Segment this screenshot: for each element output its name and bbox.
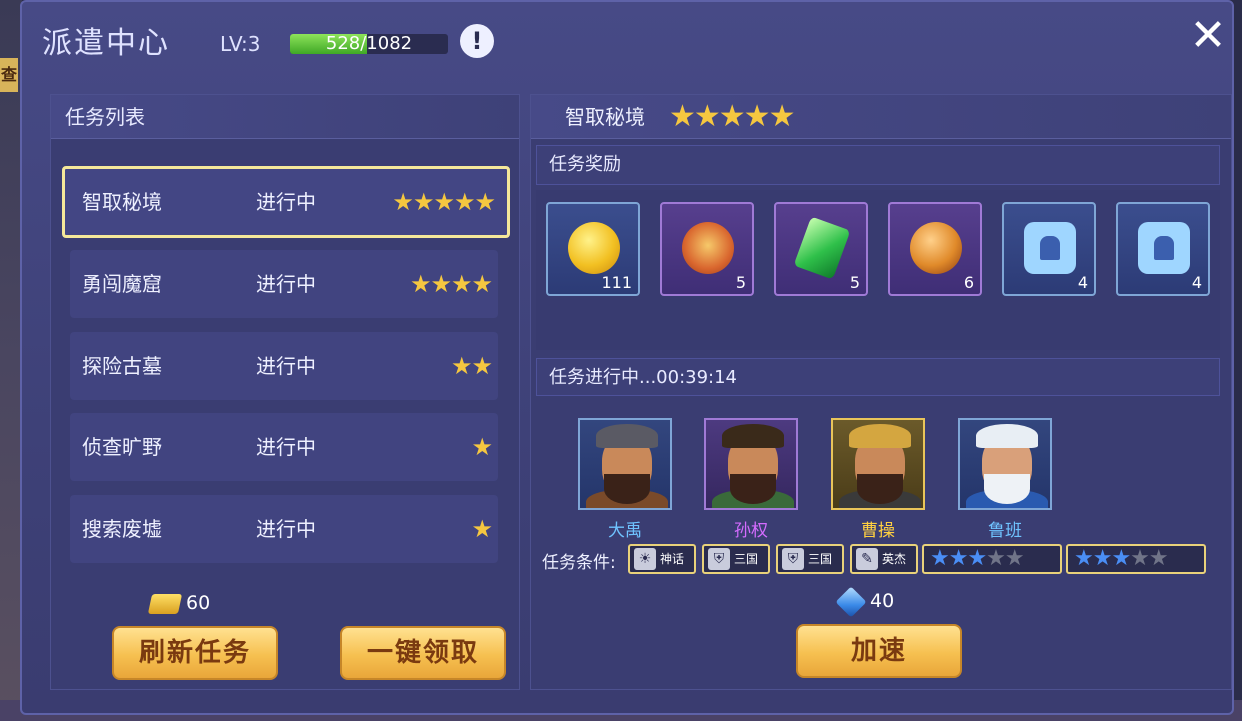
task-detail-title: 智取秘境: [565, 105, 645, 129]
task-status: 进行中: [256, 272, 316, 296]
task-name: 勇闯魔窟: [82, 272, 162, 296]
speed-up-button[interactable]: 加速: [796, 624, 962, 678]
task-stars: ★: [471, 515, 492, 543]
helmet-puzzle-icon: [1024, 222, 1076, 274]
progress-section-header: 任务进行中...00:39:14: [536, 358, 1220, 396]
medal-icon: [682, 222, 734, 274]
star-condition: ★★★★★: [922, 544, 1062, 574]
condition-text: 三国: [808, 552, 833, 566]
task-detail-stars: ★★★★★: [669, 99, 795, 134]
panel-title: 派遣中心: [42, 26, 170, 61]
task-list-header: 任务列表: [51, 95, 519, 139]
diamond-icon: [835, 585, 867, 618]
diamond-cost: 40: [835, 585, 895, 618]
hero-name: 孙权: [734, 521, 768, 541]
shield-icon: ⛨: [708, 548, 730, 570]
task-name: 搜索废墟: [82, 517, 162, 541]
condition-tag: ✎ 英杰: [850, 544, 918, 574]
diamond-cost-value: 40: [870, 590, 895, 612]
helmet-puzzle-icon: [1138, 222, 1190, 274]
reward-item[interactable]: 4: [1116, 202, 1210, 296]
reward-count: 111: [601, 273, 632, 292]
reward-header: 任务奖励: [549, 154, 621, 175]
gold-cost: 60: [147, 592, 211, 620]
task-item[interactable]: 探险古墓 进行中 ★★: [70, 332, 498, 400]
task-item[interactable]: 勇闯魔窟 进行中 ★★★★: [70, 250, 498, 318]
gold-bar-icon: [147, 593, 183, 614]
task-stars: ★★★★★: [392, 188, 496, 216]
progress-text: 任务进行中...00:39:14: [549, 367, 738, 388]
close-icon[interactable]: ✕: [1184, 12, 1232, 60]
hero-name: 鲁班: [988, 521, 1022, 541]
gold-cost-value: 60: [186, 592, 211, 614]
gold-coin-icon: [568, 222, 620, 274]
reward-count: 5: [849, 273, 860, 292]
reward-section-header: 任务奖励: [536, 145, 1220, 185]
reward-item[interactable]: 4: [1002, 202, 1096, 296]
hero-portrait[interactable]: [831, 418, 925, 510]
task-stars: ★★★★: [409, 270, 493, 298]
shield-icon: ⛨: [782, 548, 804, 570]
task-item[interactable]: 侦查旷野 进行中 ★: [70, 413, 498, 481]
task-name: 智取秘境: [82, 190, 162, 214]
task-name: 探险古墓: [82, 354, 162, 378]
filled-stars: ★★★: [1074, 546, 1131, 571]
green-gem-icon: [793, 216, 851, 280]
claim-all-button[interactable]: 一键领取: [340, 626, 506, 680]
condition-text: 三国: [734, 552, 759, 566]
sun-icon: ☀: [634, 548, 656, 570]
reward-count: 4: [1077, 273, 1088, 292]
condition-tag: ☀ 神话: [628, 544, 696, 574]
background-left-edge: 查: [0, 0, 22, 721]
refresh-tasks-button[interactable]: 刷新任务: [112, 626, 278, 680]
empty-stars: ★★: [986, 546, 1024, 571]
reward-item[interactable]: 5: [660, 202, 754, 296]
task-status: 进行中: [256, 354, 316, 378]
hero-portrait[interactable]: [704, 418, 798, 510]
scroll-icon: ✎: [856, 548, 878, 570]
condition-text: 神话: [660, 552, 685, 566]
task-detail-header: 智取秘境 ★★★★★: [531, 95, 1231, 139]
fire-orb-icon: [910, 222, 962, 274]
condition-tag: ⛨ 三国: [776, 544, 844, 574]
reward-count: 6: [963, 273, 974, 292]
task-item-selected[interactable]: 智取秘境 进行中 ★★★★★: [62, 166, 510, 238]
condition-tag: ⛨ 三国: [702, 544, 770, 574]
empty-stars: ★★: [1130, 546, 1168, 571]
filled-stars: ★★★: [930, 546, 987, 571]
reward-item[interactable]: 5: [774, 202, 868, 296]
hero-portrait[interactable]: [578, 418, 672, 510]
reward-item[interactable]: 111: [546, 202, 640, 296]
level-label: LV:3: [220, 32, 261, 56]
xp-text: 528/1082: [325, 34, 413, 54]
task-name: 侦查旷野: [82, 435, 162, 459]
reward-count: 5: [735, 273, 746, 292]
background-tab: 查: [0, 58, 18, 92]
xp-bar: 528/1082: [290, 34, 448, 54]
hero-portrait[interactable]: [958, 418, 1052, 510]
hero-name: 大禹: [608, 521, 642, 541]
task-status: 进行中: [256, 190, 316, 214]
reward-count: 4: [1191, 273, 1202, 292]
star-condition: ★★★★★: [1066, 544, 1206, 574]
hero-name: 曹操: [861, 521, 895, 541]
task-stars: ★: [471, 433, 492, 461]
task-stars: ★★: [450, 352, 493, 380]
task-status: 进行中: [256, 517, 316, 541]
info-icon[interactable]: !: [460, 24, 494, 58]
task-status: 进行中: [256, 435, 316, 459]
reward-item[interactable]: 6: [888, 202, 982, 296]
task-item[interactable]: 搜索废墟 进行中 ★: [70, 495, 498, 563]
condition-label: 任务条件:: [542, 553, 616, 573]
condition-text: 英杰: [882, 552, 907, 566]
